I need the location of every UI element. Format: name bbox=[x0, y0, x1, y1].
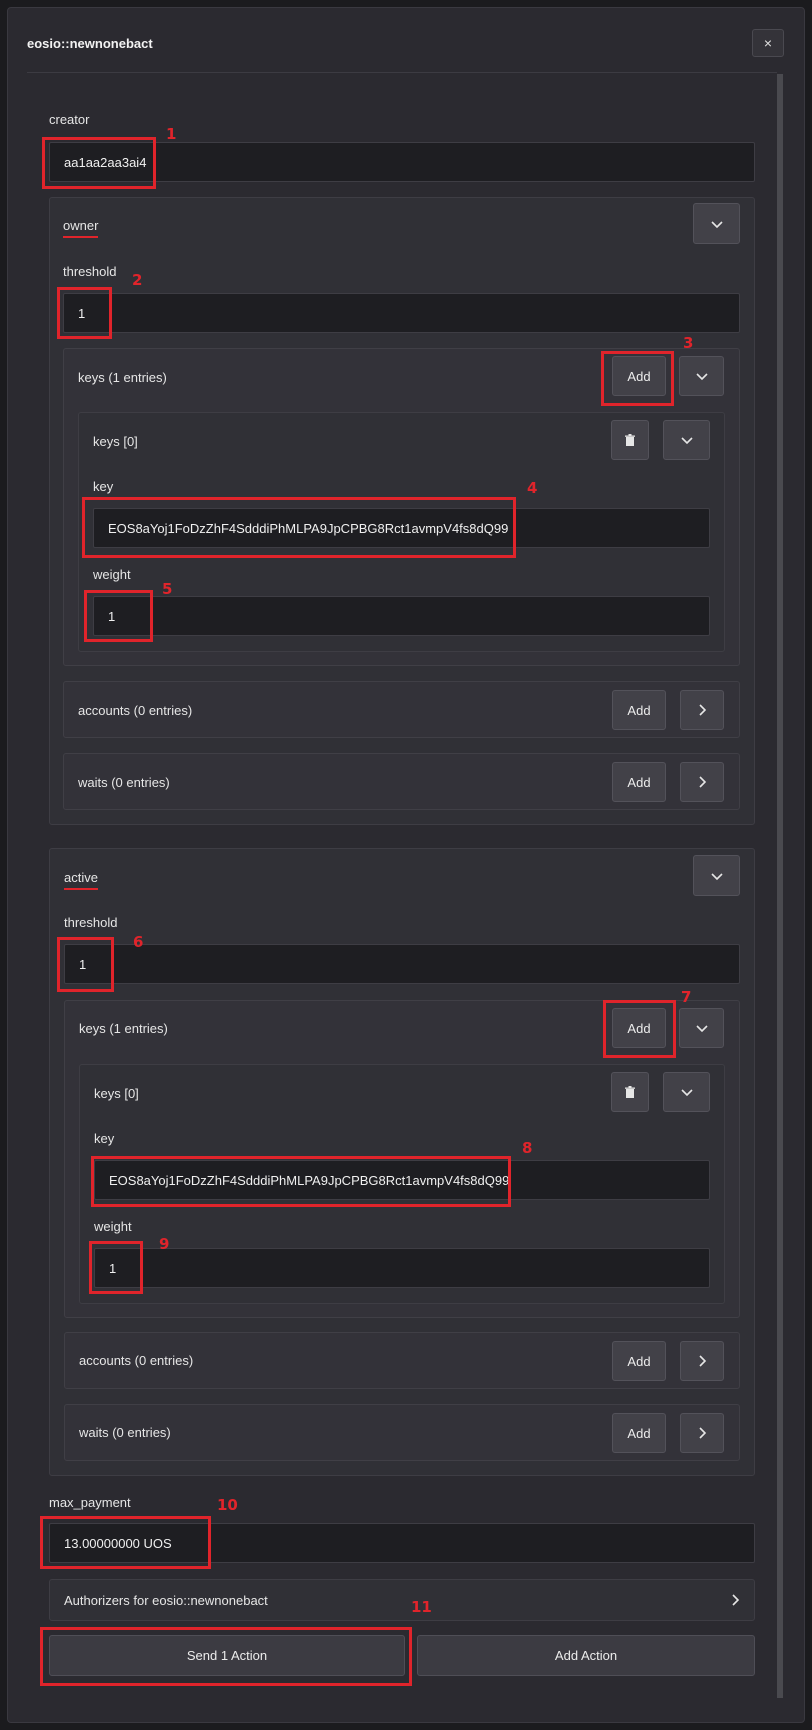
dialog-title: eosio::newnonebact bbox=[27, 36, 153, 51]
annotation-number-9: 9 bbox=[159, 1235, 170, 1253]
trash-icon bbox=[625, 1085, 635, 1098]
owner-threshold-label: threshold bbox=[63, 264, 117, 279]
active-title: active bbox=[64, 870, 98, 890]
owner-key-item-label: keys [0] bbox=[93, 434, 138, 449]
chevron-down-icon bbox=[695, 1025, 708, 1033]
add-action-button[interactable]: Add Action bbox=[417, 1635, 755, 1676]
active-key-label: key bbox=[94, 1131, 115, 1146]
annotation-number-3: 3 bbox=[683, 334, 694, 352]
annotation-number-2: 2 bbox=[132, 271, 143, 289]
owner-waits-label: waits (0 entries) bbox=[78, 775, 170, 790]
owner-accounts-expand-button[interactable] bbox=[680, 690, 724, 730]
annotation-number-5: 5 bbox=[162, 580, 173, 598]
annotation-box-10 bbox=[40, 1516, 211, 1569]
chevron-right-icon bbox=[699, 776, 707, 788]
active-keys-collapse-button[interactable] bbox=[679, 1008, 724, 1048]
annotation-box-1 bbox=[42, 137, 156, 189]
creator-label: creator bbox=[49, 112, 90, 127]
active-waits-label: waits (0 entries) bbox=[79, 1425, 171, 1440]
active-collapse-button[interactable] bbox=[693, 855, 740, 896]
active-threshold-label: threshold bbox=[64, 915, 118, 930]
active-key-item-label: keys [0] bbox=[94, 1086, 139, 1101]
owner-keys-label: keys (1 entries) bbox=[78, 370, 167, 385]
annotation-box-2 bbox=[57, 287, 112, 339]
owner-accounts-label: accounts (0 entries) bbox=[78, 703, 193, 718]
owner-accounts-add-button[interactable]: Add bbox=[612, 690, 666, 730]
chevron-down-icon bbox=[680, 1089, 693, 1097]
annotation-box-6 bbox=[57, 937, 114, 992]
annotation-number-6: 6 bbox=[133, 933, 144, 951]
annotation-number-1: 1 bbox=[166, 125, 177, 143]
owner-waits-add-button[interactable]: Add bbox=[612, 762, 666, 802]
annotation-number-11: 11 bbox=[411, 1598, 432, 1616]
chevron-right-icon bbox=[699, 1427, 707, 1439]
annotation-number-7: 7 bbox=[681, 988, 692, 1006]
annotation-number-4: 4 bbox=[527, 479, 538, 497]
active-weight-input[interactable]: 1 bbox=[94, 1248, 710, 1288]
owner-collapse-button[interactable] bbox=[693, 203, 740, 244]
annotation-box-3 bbox=[601, 351, 674, 406]
trash-icon bbox=[625, 433, 635, 446]
annotation-box-9 bbox=[89, 1241, 143, 1294]
chevron-down-icon bbox=[710, 872, 723, 880]
annotation-box-5 bbox=[84, 590, 153, 642]
authorizers-row[interactable]: Authorizers for eosio::newnonebact bbox=[49, 1579, 755, 1621]
active-key-collapse-button[interactable] bbox=[663, 1072, 710, 1112]
chevron-right-icon bbox=[699, 704, 707, 716]
close-icon: × bbox=[763, 35, 773, 51]
active-weight-label: weight bbox=[94, 1219, 132, 1234]
active-key-delete-button[interactable] bbox=[611, 1072, 649, 1112]
owner-weight-label: weight bbox=[93, 567, 131, 582]
active-accounts-add-button[interactable]: Add bbox=[612, 1341, 666, 1381]
annotation-number-8: 8 bbox=[522, 1139, 533, 1157]
owner-key-label: key bbox=[93, 479, 114, 494]
owner-key-delete-button[interactable] bbox=[611, 420, 649, 460]
chevron-down-icon bbox=[710, 220, 723, 228]
authorizers-label: Authorizers for eosio::newnonebact bbox=[64, 1592, 268, 1608]
active-keys-label: keys (1 entries) bbox=[79, 1021, 168, 1036]
annotation-number-10: 10 bbox=[217, 1496, 238, 1514]
chevron-down-icon bbox=[695, 373, 708, 381]
header-divider bbox=[27, 72, 777, 73]
active-waits-expand-button[interactable] bbox=[680, 1413, 724, 1453]
owner-key-collapse-button[interactable] bbox=[663, 420, 710, 460]
annotation-box-11 bbox=[40, 1627, 412, 1686]
owner-keys-collapse-button[interactable] bbox=[679, 356, 724, 396]
chevron-right-icon bbox=[699, 1355, 707, 1367]
active-accounts-label: accounts (0 entries) bbox=[79, 1353, 194, 1368]
annotation-box-4 bbox=[82, 497, 516, 558]
owner-waits-expand-button[interactable] bbox=[680, 762, 724, 802]
owner-threshold-input[interactable]: 1 bbox=[63, 293, 740, 333]
annotation-box-7 bbox=[603, 1000, 676, 1058]
active-accounts-expand-button[interactable] bbox=[680, 1341, 724, 1381]
scrollbar[interactable] bbox=[777, 74, 783, 1698]
active-waits-add-button[interactable]: Add bbox=[612, 1413, 666, 1453]
annotation-box-8 bbox=[91, 1156, 511, 1207]
chevron-right-icon bbox=[730, 1593, 740, 1612]
owner-title: owner bbox=[63, 218, 99, 238]
close-button[interactable]: × bbox=[752, 29, 784, 57]
active-threshold-input[interactable]: 1 bbox=[64, 944, 740, 984]
owner-weight-input[interactable]: 1 bbox=[93, 596, 710, 636]
chevron-down-icon bbox=[680, 437, 693, 445]
max-payment-label: max_payment bbox=[49, 1495, 131, 1510]
